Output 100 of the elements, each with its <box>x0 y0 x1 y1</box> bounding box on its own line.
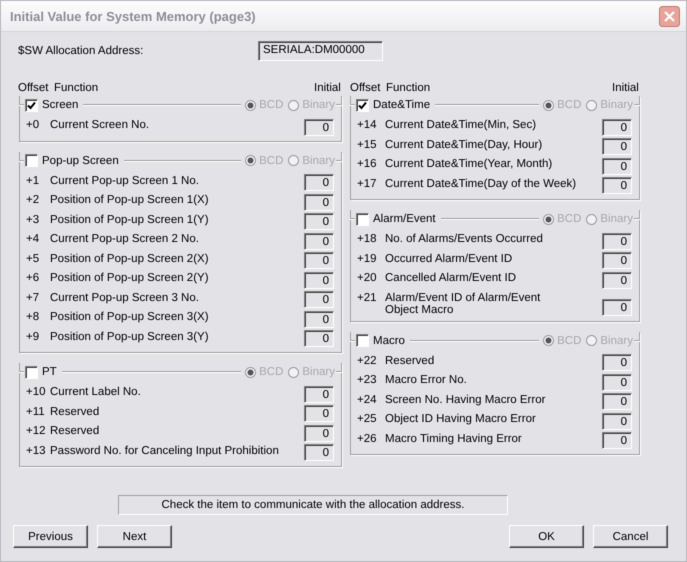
offset-text: +22 <box>357 354 378 366</box>
close-icon[interactable] <box>659 6 680 26</box>
offset-text: +11 <box>26 404 46 418</box>
initial-value-field[interactable]: 0 <box>602 412 632 430</box>
initial-value-field[interactable]: 0 <box>304 272 334 288</box>
window-title: Initial Value for System Memory (page3) <box>10 8 256 24</box>
offset-text: +9 <box>26 330 40 342</box>
checkbox[interactable] <box>356 212 369 226</box>
offset-text: +17 <box>357 176 378 190</box>
initial-value-field[interactable]: 0 <box>304 405 334 422</box>
function-text: Current Date&Time(Day, Hour) <box>385 138 544 150</box>
offset-text: +15 <box>357 138 378 150</box>
function-text: Position of Pop-up Screen 3(X) <box>50 310 210 323</box>
radio-label: Binary <box>600 99 633 111</box>
radio-label: Binary <box>600 213 633 225</box>
radio-label: BCD <box>259 154 284 166</box>
offset-text: +6 <box>26 271 40 284</box>
offset-text: +3 <box>26 212 40 226</box>
column-header: Function <box>386 82 430 94</box>
initial-value-field[interactable]: 0 <box>304 252 334 269</box>
initial-value-field[interactable]: 0 <box>602 177 632 194</box>
initial-value-field[interactable]: 0 <box>304 424 334 442</box>
initial-value-field[interactable]: 0 <box>602 298 632 316</box>
group-label: Alarm/Event <box>373 213 437 225</box>
function-text: Position of Pop-up Screen 1(X) <box>50 193 210 206</box>
function-text: Reserved <box>50 404 100 418</box>
initial-value-field[interactable]: 0 <box>602 118 632 136</box>
allocation-label: $SW Allocation Address: <box>18 45 144 57</box>
column-header: Function <box>54 82 98 94</box>
initial-value-field[interactable]: 0 <box>602 138 632 155</box>
radio-label: BCD <box>557 334 582 346</box>
function-text: No. of Alarms/Events Occurred <box>385 232 544 245</box>
hint-text: Check the item to communicate with the allocation address. <box>118 495 508 515</box>
dialog-button[interactable]: OK <box>509 525 584 548</box>
offset-text: +14 <box>357 118 378 131</box>
initial-value-field[interactable]: 0 <box>304 118 334 136</box>
initial-value-field[interactable]: 0 <box>304 232 334 250</box>
radio-label: BCD <box>557 99 582 111</box>
function-text: Current Date&Time(Year, Month) <box>385 157 554 170</box>
offset-text: +5 <box>26 252 40 264</box>
offset-text: +19 <box>357 252 378 264</box>
column-header: Offset <box>18 82 50 96</box>
initial-value-field[interactable]: 0 <box>602 393 632 410</box>
radio-label: Binary <box>302 366 335 378</box>
initial-value-field[interactable]: 0 <box>602 158 632 174</box>
initial-value-field[interactable]: 0 <box>602 272 632 288</box>
initial-value-field[interactable]: 0 <box>304 291 334 308</box>
nav-button[interactable]: Previous <box>13 525 88 548</box>
initial-value-field[interactable]: 0 <box>602 354 632 371</box>
initial-value-field[interactable]: 0 <box>602 252 632 269</box>
checkbox[interactable] <box>25 98 38 112</box>
initial-value-field[interactable]: 0 <box>304 386 334 402</box>
initial-value-field[interactable]: 0 <box>602 432 632 449</box>
allocation-field[interactable]: SERIALA:DM00000 <box>258 41 383 61</box>
function-text: Current Date&Time(Min, Sec) <box>385 118 538 131</box>
radio-label: Binary <box>600 334 633 346</box>
radio-label: BCD <box>259 99 284 111</box>
function-text: Position of Pop-up Screen 1(Y) <box>50 212 210 226</box>
checkbox[interactable] <box>356 334 369 347</box>
initial-value-field[interactable]: 0 <box>304 310 334 328</box>
initial-value-field[interactable]: 0 <box>304 444 334 461</box>
function-text: Current Screen No. <box>50 118 150 131</box>
offset-text: +1 <box>26 174 40 186</box>
offset-text: +13 <box>26 444 47 456</box>
function-text: Current Pop-up Screen 2 No. <box>50 232 200 245</box>
initial-value-field[interactable]: 0 <box>602 232 632 250</box>
nav-button[interactable]: Next <box>97 525 172 548</box>
function-text: Current Label No. <box>50 385 142 398</box>
offset-text: +2 <box>26 193 40 206</box>
initial-value-field[interactable]: 0 <box>304 194 334 210</box>
initial-value-field[interactable]: 0 <box>602 374 632 390</box>
group-label: Screen <box>42 99 80 111</box>
function-text: Macro Timing Having Error <box>385 432 523 444</box>
offset-text: +0 <box>26 118 40 131</box>
column-header: Initial <box>612 82 640 96</box>
offset-text: +10 <box>26 385 47 398</box>
group-label: Pop-up Screen <box>42 154 120 166</box>
function-text: Password No. for Canceling Input Prohibition <box>50 444 280 456</box>
checkbox[interactable] <box>25 154 38 167</box>
group-label: Date&Time <box>373 99 432 111</box>
check-icon <box>358 100 367 110</box>
column-header: Offset <box>350 82 382 96</box>
function-text: Position of Pop-up Screen 2(X) <box>50 252 210 264</box>
dialog-button[interactable]: Cancel <box>593 525 668 548</box>
function-text: Object ID Having Macro Error <box>385 412 537 425</box>
checkbox[interactable] <box>356 98 369 112</box>
offset-text: +20 <box>357 271 378 284</box>
initial-value-field[interactable]: 0 <box>304 174 334 191</box>
radio-label: BCD <box>259 366 284 378</box>
initial-value-field[interactable]: 0 <box>304 213 334 230</box>
check-icon <box>27 100 36 110</box>
checkbox[interactable] <box>25 366 38 378</box>
function-text: Macro Error No. <box>385 373 468 386</box>
initial-value-field[interactable]: 0 <box>304 330 334 347</box>
function-text: Current Date&Time(Day of the Week) <box>385 176 578 190</box>
function-text: Screen No. Having Macro Error <box>385 392 546 406</box>
radio-label: BCD <box>557 213 582 225</box>
group-label: Macro <box>373 334 406 346</box>
offset-text: +23 <box>357 373 378 386</box>
offset-text: +25 <box>357 412 378 425</box>
